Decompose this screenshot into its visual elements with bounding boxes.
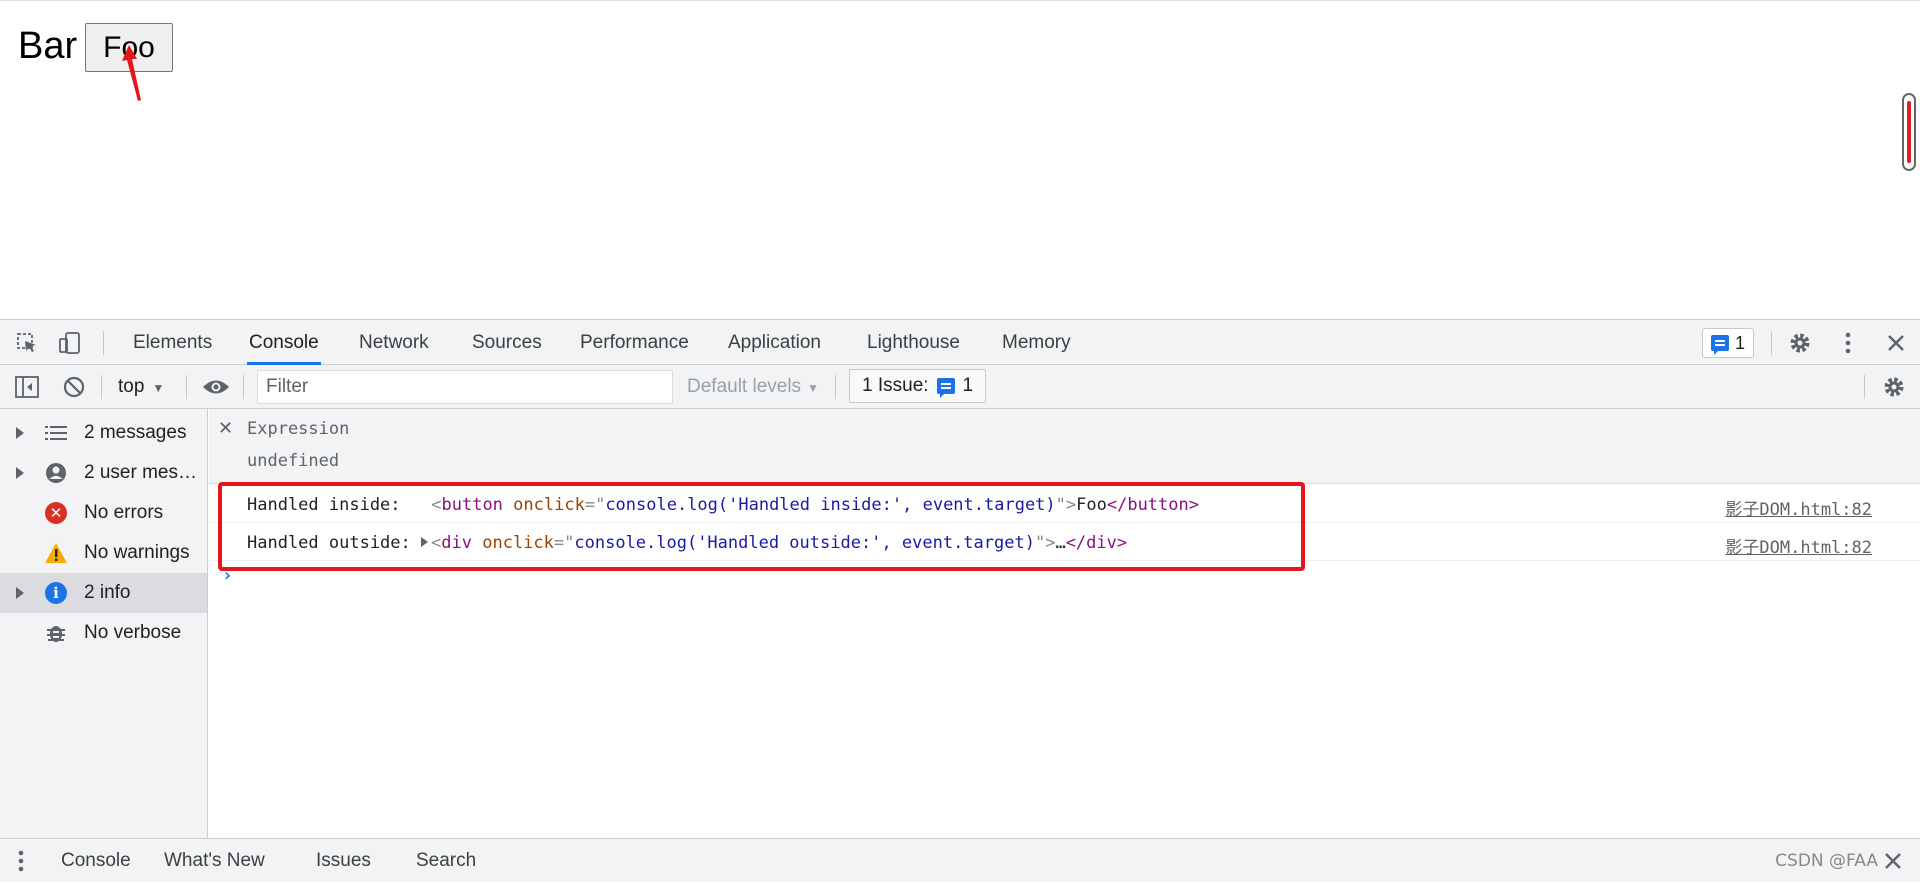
warning-icon xyxy=(44,541,68,565)
context-value: top xyxy=(118,376,145,397)
messages-badge[interactable]: 1 xyxy=(1702,328,1755,358)
console-sidebar: 2 messages 2 user messages ✕ No errors N… xyxy=(0,409,208,838)
live-expression: ✕ Expression undefined xyxy=(209,409,1920,484)
red-highlight-box xyxy=(218,482,1305,571)
tab-lighthouse[interactable]: Lighthouse xyxy=(865,320,962,365)
device-toolbar-icon[interactable] xyxy=(57,320,83,365)
filter-input[interactable] xyxy=(257,370,673,404)
tab-sources[interactable]: Sources xyxy=(470,320,544,365)
drawer-tab-console[interactable]: Console xyxy=(61,839,131,883)
sidebar-item-verbose[interactable]: No verbose xyxy=(0,613,207,653)
bar-text: Bar xyxy=(18,25,78,67)
sidebar-item-label: No warnings xyxy=(84,542,190,563)
clear-console-icon[interactable] xyxy=(61,365,87,409)
log-source-link[interactable]: 影子DOM.html:82 xyxy=(1725,495,1872,520)
issues-count: 1 xyxy=(962,375,974,396)
drawer-tab-issues[interactable]: Issues xyxy=(316,839,371,883)
sidebar-item-label: 2 user messages xyxy=(84,462,204,483)
message-icon xyxy=(936,378,955,398)
user-icon xyxy=(44,461,68,485)
expand-arrow-icon[interactable] xyxy=(16,427,24,439)
bug-icon xyxy=(44,621,68,645)
devtools-tabbar: Elements Console Network Sources Perform… xyxy=(0,320,1920,365)
settings-gear-icon[interactable] xyxy=(1785,320,1815,365)
close-drawer-icon[interactable] xyxy=(1884,839,1906,883)
console-output: ✕ Expression undefined Handled inside: <… xyxy=(209,409,1920,838)
inspect-element-icon[interactable] xyxy=(14,320,40,365)
sidebar-toggle-icon[interactable] xyxy=(14,365,40,409)
expand-arrow-icon[interactable] xyxy=(16,587,24,599)
console-settings-gear-icon[interactable] xyxy=(1879,365,1909,409)
drawer-menu-icon[interactable] xyxy=(18,839,32,883)
messages-count: 1 xyxy=(1735,332,1746,353)
live-expression-eye-icon[interactable] xyxy=(201,365,231,409)
sidebar-item-label: No errors xyxy=(84,502,164,523)
drawer-tab-search[interactable]: Search xyxy=(416,839,476,883)
inspected-page: Bar Foo xyxy=(0,0,1920,319)
context-selector[interactable]: top ▼ xyxy=(118,365,164,409)
watermark: CSDN @FAA xyxy=(1775,851,1878,871)
expand-arrow-icon[interactable] xyxy=(16,467,24,479)
console-toolbar: top ▼ Default levels ▼ 1 Issue: 1 xyxy=(0,365,1920,409)
log-levels-dropdown[interactable]: Default levels ▼ xyxy=(687,365,819,409)
console-prompt[interactable]: › xyxy=(222,565,233,586)
sidebar-item-info[interactable]: i 2 info xyxy=(0,573,207,613)
info-icon: i xyxy=(44,581,68,605)
drawer-tabbar: Console What's New Issues Search CSDN @F… xyxy=(0,838,1920,882)
tab-elements[interactable]: Elements xyxy=(131,320,214,365)
sidebar-item-errors[interactable]: ✕ No errors xyxy=(0,493,207,533)
tab-memory[interactable]: Memory xyxy=(1000,320,1073,365)
sidebar-item-label: No verbose xyxy=(84,622,182,643)
close-icon[interactable]: ✕ xyxy=(218,418,233,439)
sidebar-item-user-messages[interactable]: 2 user messages xyxy=(0,453,207,493)
sidebar-item-messages[interactable]: 2 messages xyxy=(0,413,207,453)
tab-application[interactable]: Application xyxy=(726,320,823,365)
expression-value: undefined xyxy=(247,451,340,471)
sidebar-item-label: 2 messages xyxy=(84,422,187,443)
sidebar-item-label: 2 info xyxy=(84,582,131,603)
page-scrollbar[interactable] xyxy=(1902,93,1916,171)
sidebar-item-warnings[interactable]: No warnings xyxy=(0,533,207,573)
expression-label[interactable]: Expression xyxy=(247,419,349,439)
drawer-tab-whats-new[interactable]: What's New xyxy=(164,839,265,883)
issues-button[interactable]: 1 Issue: 1 xyxy=(849,369,987,403)
tab-performance[interactable]: Performance xyxy=(578,320,691,365)
list-icon xyxy=(44,421,68,445)
red-arrow-annotation xyxy=(122,45,141,101)
log-levels-label: Default levels xyxy=(687,376,802,397)
more-options-icon[interactable] xyxy=(1835,320,1861,365)
devtools-panel: Elements Console Network Sources Perform… xyxy=(0,319,1920,882)
tab-network[interactable]: Network xyxy=(357,320,431,365)
error-icon: ✕ xyxy=(44,501,68,525)
log-source-link[interactable]: 影子DOM.html:82 xyxy=(1725,533,1872,558)
chevron-down-icon: ▼ xyxy=(152,381,165,395)
close-devtools-icon[interactable] xyxy=(1883,320,1909,365)
tab-console[interactable]: Console xyxy=(247,320,321,365)
chevron-down-icon: ▼ xyxy=(807,381,819,395)
issues-label: 1 Issue: xyxy=(862,375,929,396)
message-icon xyxy=(1711,335,1729,355)
